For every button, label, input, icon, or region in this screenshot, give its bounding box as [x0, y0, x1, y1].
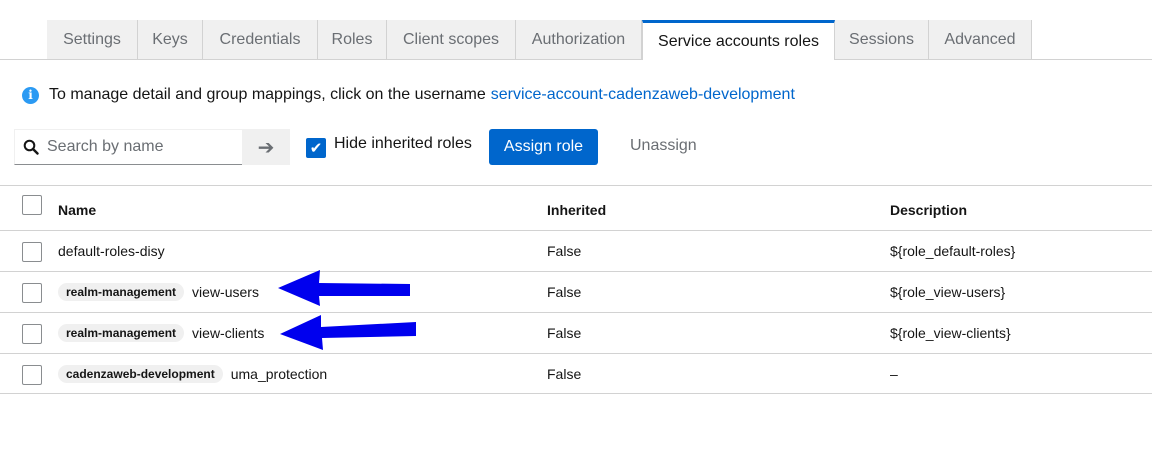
annotation-arrow-icon: [280, 315, 416, 350]
annotation-arrows: [278, 270, 416, 350]
annotation-arrow-icon: [278, 270, 410, 306]
